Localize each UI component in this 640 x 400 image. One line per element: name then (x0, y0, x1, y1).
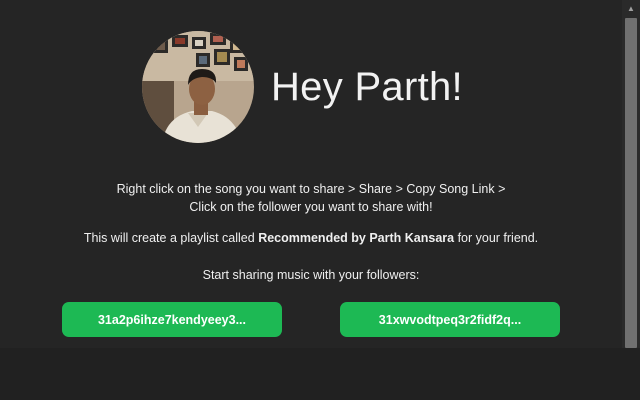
playlist-note: This will create a playlist called Recom… (0, 229, 622, 247)
follower-button[interactable]: 31a2p6ihze7kendyeey3... (62, 302, 282, 337)
greeting-heading: Hey Parth! (271, 64, 463, 109)
profile-header: Hey Parth! (142, 31, 463, 143)
main-panel: Hey Parth! Right click on the song you w… (0, 0, 622, 348)
share-instructions: Right click on the song you want to shar… (0, 180, 622, 216)
bottom-area (0, 348, 640, 400)
chevron-up-icon[interactable]: ▲ (622, 0, 640, 16)
instruction-line-2: Click on the follower you want to share … (189, 200, 433, 214)
scrollbar-thumb[interactable] (625, 18, 637, 348)
playlist-note-suffix: for your friend. (454, 231, 539, 245)
playlist-name: Recommended by Parth Kansara (258, 231, 455, 245)
avatar (142, 31, 254, 143)
popup-page: Hey Parth! Right click on the song you w… (0, 0, 640, 400)
playlist-note-prefix: This will create a playlist called (83, 231, 259, 245)
start-sharing-label: Start sharing music with your followers: (202, 268, 420, 282)
instruction-line-1: Right click on the song you want to shar… (116, 182, 506, 196)
follower-button[interactable]: 31xwvodtpeq3r2fidf2q... (340, 302, 560, 337)
